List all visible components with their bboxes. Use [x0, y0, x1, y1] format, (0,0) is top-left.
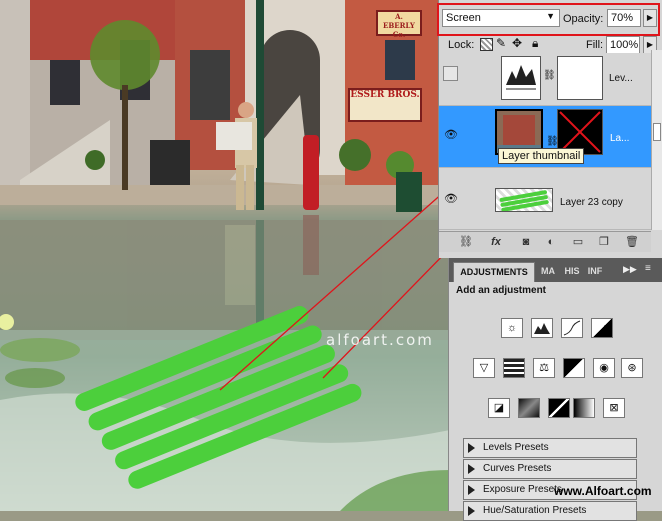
- preset-label: Exposure Presets: [483, 484, 562, 495]
- curves-icon[interactable]: [561, 318, 583, 338]
- invert-icon[interactable]: ◪: [488, 398, 510, 418]
- adjustments-heading: Add an adjustment: [456, 285, 547, 296]
- gradient-map-icon[interactable]: [573, 398, 595, 418]
- chain-link-icon: ⛓: [543, 70, 556, 81]
- mask-icon[interactable]: ◙: [519, 235, 533, 249]
- layer-name-selected: La...: [610, 133, 630, 144]
- link-icon[interactable]: ⛓: [459, 235, 473, 249]
- preset-curves[interactable]: Curves Presets: [463, 459, 637, 479]
- posterize-icon[interactable]: [518, 398, 540, 418]
- hue-saturation-icon[interactable]: [503, 358, 525, 378]
- scene-illustration: [0, 0, 450, 511]
- panel-menu-icon[interactable]: ≡: [645, 263, 651, 274]
- vibrance-icon[interactable]: ▽: [473, 358, 495, 378]
- canvas-image: A. EBERLY Co. ESSER BROS. alfoart.com: [0, 0, 450, 511]
- layer-name: Lev...: [609, 73, 633, 84]
- tab-info[interactable]: INF: [585, 262, 605, 282]
- expand-triangle-icon: [468, 485, 475, 495]
- black-white-icon[interactable]: [563, 358, 585, 378]
- preset-label: Curves Presets: [483, 463, 552, 474]
- building-thumbnail-icon: [497, 115, 541, 153]
- fill-label: Fill:: [586, 39, 604, 51]
- levels-histogram-icon: [506, 65, 536, 90]
- color-balance-icon[interactable]: ⚖: [533, 358, 555, 378]
- adjustments-panel: ADJUSTMENTS MA HIS INF ▶▶ ≡ Add an adjus…: [448, 258, 662, 521]
- layer-row-23-copy[interactable]: 👁︎ Layer 23 copy: [439, 168, 651, 230]
- eye-icon[interactable]: 👁︎: [443, 192, 459, 208]
- layer-tools-bar: ⛓ fx ◙ ◐ ▭ ❐ 🗑︎: [439, 231, 651, 252]
- levels-icon[interactable]: [531, 318, 553, 338]
- preset-hue-saturation[interactable]: Hue/Saturation Presets: [463, 501, 637, 521]
- lock-label: Lock:: [448, 39, 475, 51]
- channel-mixer-icon[interactable]: ⊛: [621, 358, 643, 378]
- lock-brush-icon[interactable]: ✎: [496, 36, 506, 50]
- exposure-icon[interactable]: [591, 318, 613, 338]
- eye-icon[interactable]: 👁︎: [443, 128, 459, 144]
- fx-icon[interactable]: fx: [489, 235, 503, 249]
- panel-expand-icon[interactable]: ▶▶: [623, 264, 637, 275]
- preset-levels[interactable]: Levels Presets: [463, 438, 637, 458]
- site-watermark: www.Alfoart.com: [554, 484, 652, 498]
- visibility-toggle-empty[interactable]: [443, 66, 458, 81]
- layer-name: Layer 23 copy: [560, 197, 623, 208]
- tab-history[interactable]: HIS: [561, 262, 583, 282]
- expand-triangle-icon: [468, 506, 475, 516]
- scene-watermark: alfoart.com: [326, 331, 434, 349]
- mask-thumbnail[interactable]: [557, 56, 603, 100]
- expand-triangle-icon: [468, 443, 475, 453]
- lock-all-icon[interactable]: 🔒︎: [532, 36, 538, 51]
- folder-icon[interactable]: ▭: [571, 235, 585, 249]
- lock-move-icon[interactable]: ✥: [512, 36, 522, 50]
- expand-triangle-icon: [468, 464, 475, 474]
- raft-preview-icon: [499, 190, 549, 212]
- sign-eberly: A. EBERLY Co.: [376, 10, 422, 39]
- threshold-icon[interactable]: [548, 398, 570, 418]
- fill-field[interactable]: 100%: [606, 36, 640, 54]
- new-layer-icon[interactable]: ❐: [597, 235, 611, 249]
- brightness-icon[interactable]: ☼: [501, 318, 523, 338]
- blend-highlight-annotation: [437, 3, 660, 36]
- tab-masks[interactable]: MA: [537, 262, 559, 282]
- preset-label: Levels Presets: [483, 442, 549, 453]
- adjustment-icon[interactable]: ◐: [544, 235, 558, 249]
- tab-adjustments[interactable]: ADJUSTMENTS: [453, 262, 535, 282]
- raft-thumbnail[interactable]: [495, 188, 553, 212]
- panel-tab-bar: ADJUSTMENTS MA HIS INF ▶▶ ≡: [449, 258, 662, 282]
- trash-icon[interactable]: 🗑︎: [625, 235, 639, 249]
- levels-thumbnail[interactable]: [501, 56, 541, 100]
- sign-esser-bros: ESSER BROS.: [348, 88, 422, 122]
- scrollbar-thumb[interactable]: [653, 123, 661, 141]
- fill-value: 100%: [610, 39, 639, 51]
- selective-color-icon[interactable]: ⊠: [603, 398, 625, 418]
- lock-transparent-icon[interactable]: [480, 38, 493, 51]
- layer-thumbnail-tooltip: Layer thumbnail: [498, 148, 585, 164]
- layers-panel: Screen ▼ Opacity: 70% ▶ Lock: ✎ ✥ 🔒︎ Fil…: [438, 0, 662, 258]
- layers-scrollbar[interactable]: [651, 50, 662, 230]
- photo-filter-icon[interactable]: ◉: [593, 358, 615, 378]
- layer-row-levels[interactable]: ⛓ Lev...: [439, 53, 651, 106]
